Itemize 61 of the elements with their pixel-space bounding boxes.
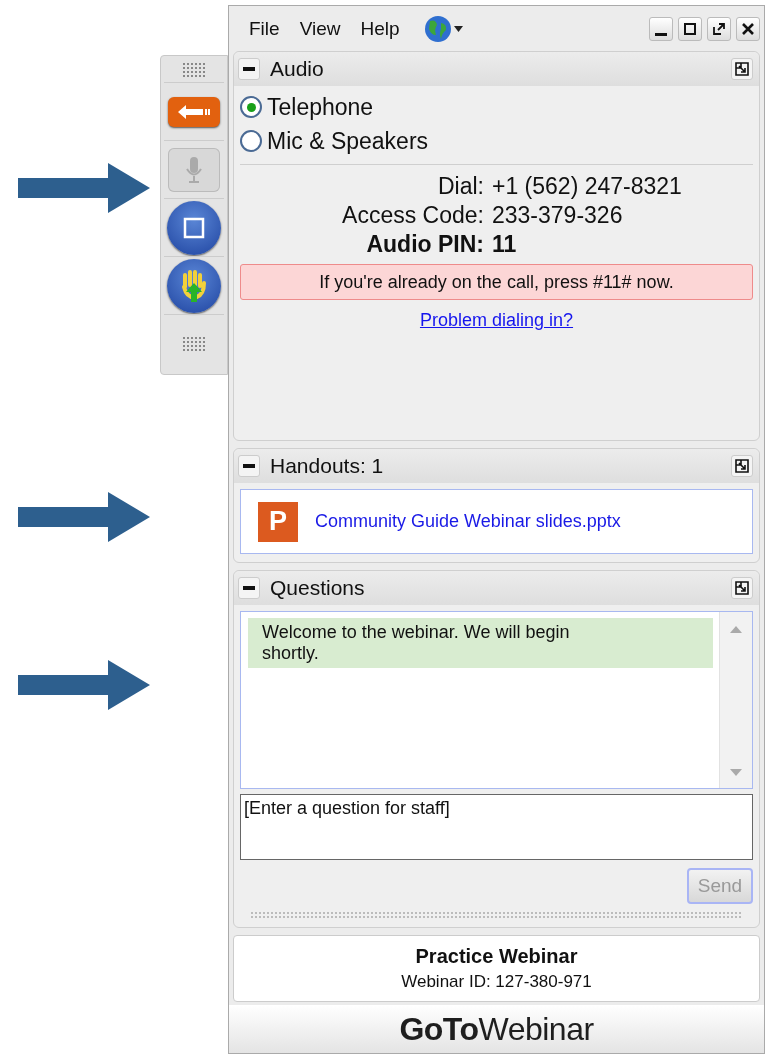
popout-icon	[735, 581, 749, 595]
minus-icon	[243, 67, 255, 71]
detail-label: Audio PIN:	[365, 231, 484, 258]
minimize-icon	[655, 33, 667, 36]
grip-handle[interactable]	[182, 62, 206, 78]
detail-label: Dial:	[437, 173, 484, 200]
screen-button[interactable]	[167, 200, 221, 255]
close-button[interactable]	[736, 16, 760, 41]
popout-icon	[713, 22, 725, 35]
caret-icon	[453, 25, 463, 32]
arrow-left-icon	[177, 103, 211, 120]
panel-title: Audio	[270, 57, 324, 81]
minus-icon	[243, 586, 255, 590]
file-type-icon: P	[258, 501, 298, 542]
message-bubble: Welcome to the webinar. We will begin shortly.	[248, 618, 713, 668]
help-link[interactable]: Problem dialing in?	[419, 310, 574, 331]
square-icon	[183, 216, 205, 239]
minimize-button[interactable]	[649, 16, 673, 41]
collapse-button[interactable]	[238, 577, 260, 599]
scroll-up-icon	[730, 626, 742, 633]
popout-button[interactable]	[731, 455, 753, 477]
maximize-button[interactable]	[678, 16, 702, 41]
maximize-icon	[684, 22, 696, 35]
popout-button[interactable]	[731, 58, 753, 80]
menu-item[interactable]: View	[291, 17, 349, 40]
detail-label: Access Code:	[341, 202, 484, 229]
question-field[interactable]: [Enter a question for staff]	[240, 794, 753, 860]
panel-title: Questions	[270, 576, 365, 600]
collapse-button[interactable]	[238, 58, 260, 80]
language-menu-button[interactable]	[423, 14, 463, 43]
popout-button[interactable]	[707, 16, 731, 41]
detail-value: 11	[492, 231, 518, 258]
brand-logo: GoToWebinar	[399, 1010, 594, 1048]
audio-option[interactable]: Mic & Speakers	[240, 124, 753, 158]
radio-button[interactable]	[240, 130, 262, 152]
notice-banner: If you're already on the call, press #11# now.	[240, 264, 753, 300]
collapse-button[interactable]	[238, 455, 260, 477]
menu-item[interactable]: File	[241, 17, 288, 40]
scrollbar[interactable]	[719, 612, 752, 788]
globe-icon	[423, 14, 452, 43]
file-link[interactable]: Community Guide Webinar slides.pptx	[315, 511, 621, 532]
option-label: Mic & Speakers	[267, 127, 429, 155]
popout-button[interactable]	[731, 577, 753, 599]
detail-value: 233-379-326	[492, 202, 624, 229]
close-icon	[742, 22, 754, 35]
menu-item[interactable]: Help	[352, 17, 408, 40]
audio-option[interactable]: Telephone	[240, 90, 753, 124]
option-label: Telephone	[267, 93, 374, 121]
hand-button[interactable]	[167, 258, 221, 313]
hand-icon	[179, 268, 209, 303]
scroll-down-icon	[730, 769, 742, 776]
panel-title: Handouts: 1	[270, 454, 384, 478]
webinar-title: Practice Webinar	[415, 945, 578, 968]
arrow-button[interactable]	[168, 96, 220, 127]
webinar-id: Webinar ID: 127-380-971	[401, 972, 592, 992]
detail-value: +1 (562) 247-8321	[492, 173, 683, 200]
radio-button[interactable]	[240, 96, 262, 118]
popout-icon	[735, 459, 749, 473]
minus-icon	[243, 464, 255, 468]
microphone-icon	[185, 155, 203, 184]
popout-icon	[735, 62, 749, 76]
